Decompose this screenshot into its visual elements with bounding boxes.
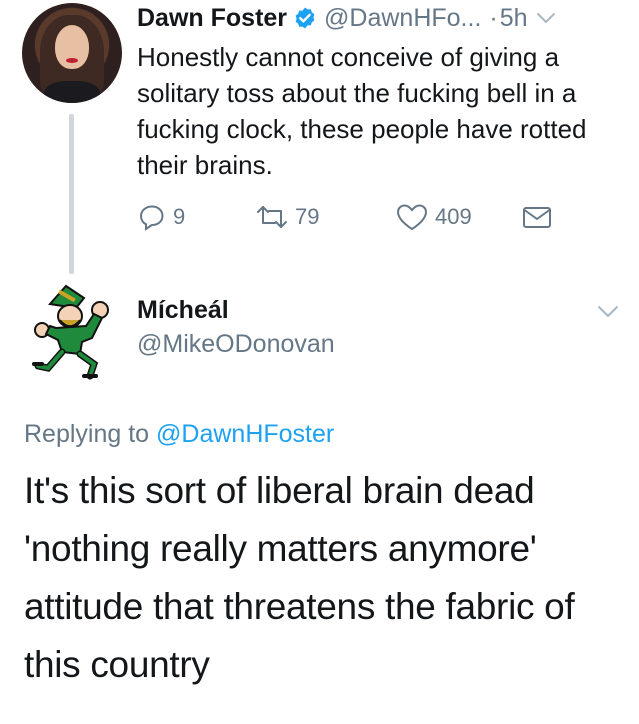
- reply-count: 9: [173, 204, 186, 229]
- parent-tweet-text: Honestly cannot conceive of giving a sol…: [137, 42, 587, 180]
- separator-dot: ·: [489, 3, 498, 32]
- thread-connector-line: [69, 114, 74, 274]
- author-handle[interactable]: @DawnHFo...: [324, 4, 481, 33]
- replying-mention-link[interactable]: @DawnHFoster: [156, 420, 334, 448]
- chevron-down-icon[interactable]: [536, 11, 556, 25]
- direct-message-button[interactable]: [521, 200, 553, 234]
- chevron-down-icon[interactable]: [596, 303, 620, 324]
- envelope-icon: [521, 202, 553, 232]
- reply-tweet-text: It's this sort of liberal brain dead 'no…: [24, 470, 575, 685]
- tweet-timestamp[interactable]: 5h: [500, 4, 528, 33]
- verified-badge-icon: [293, 6, 317, 30]
- reply-button[interactable]: 9: [137, 200, 185, 234]
- tweet-thread: Dawn Foster @DawnHFo... · 5h Honestly ca…: [0, 0, 639, 724]
- reply-icon: [137, 202, 167, 232]
- like-button[interactable]: 409: [395, 200, 472, 234]
- heart-icon: [395, 202, 429, 232]
- reply-author-handle[interactable]: @MikeODonovan: [137, 330, 335, 359]
- like-count: 409: [435, 204, 472, 229]
- replying-prefix: Replying to: [24, 420, 150, 448]
- reply-author-name[interactable]: Mícheál: [137, 296, 229, 325]
- parent-tweet-header: Dawn Foster @DawnHFo... · 5h: [137, 2, 556, 34]
- micheal-avatar[interactable]: [22, 280, 122, 380]
- dawn-foster-avatar[interactable]: [22, 3, 122, 103]
- retweet-count: 79: [295, 204, 320, 229]
- replying-to-line: Replying to @DawnHFoster: [24, 420, 334, 449]
- retweet-icon: [255, 202, 289, 232]
- author-name[interactable]: Dawn Foster: [137, 4, 287, 33]
- retweet-button[interactable]: 79: [255, 200, 319, 234]
